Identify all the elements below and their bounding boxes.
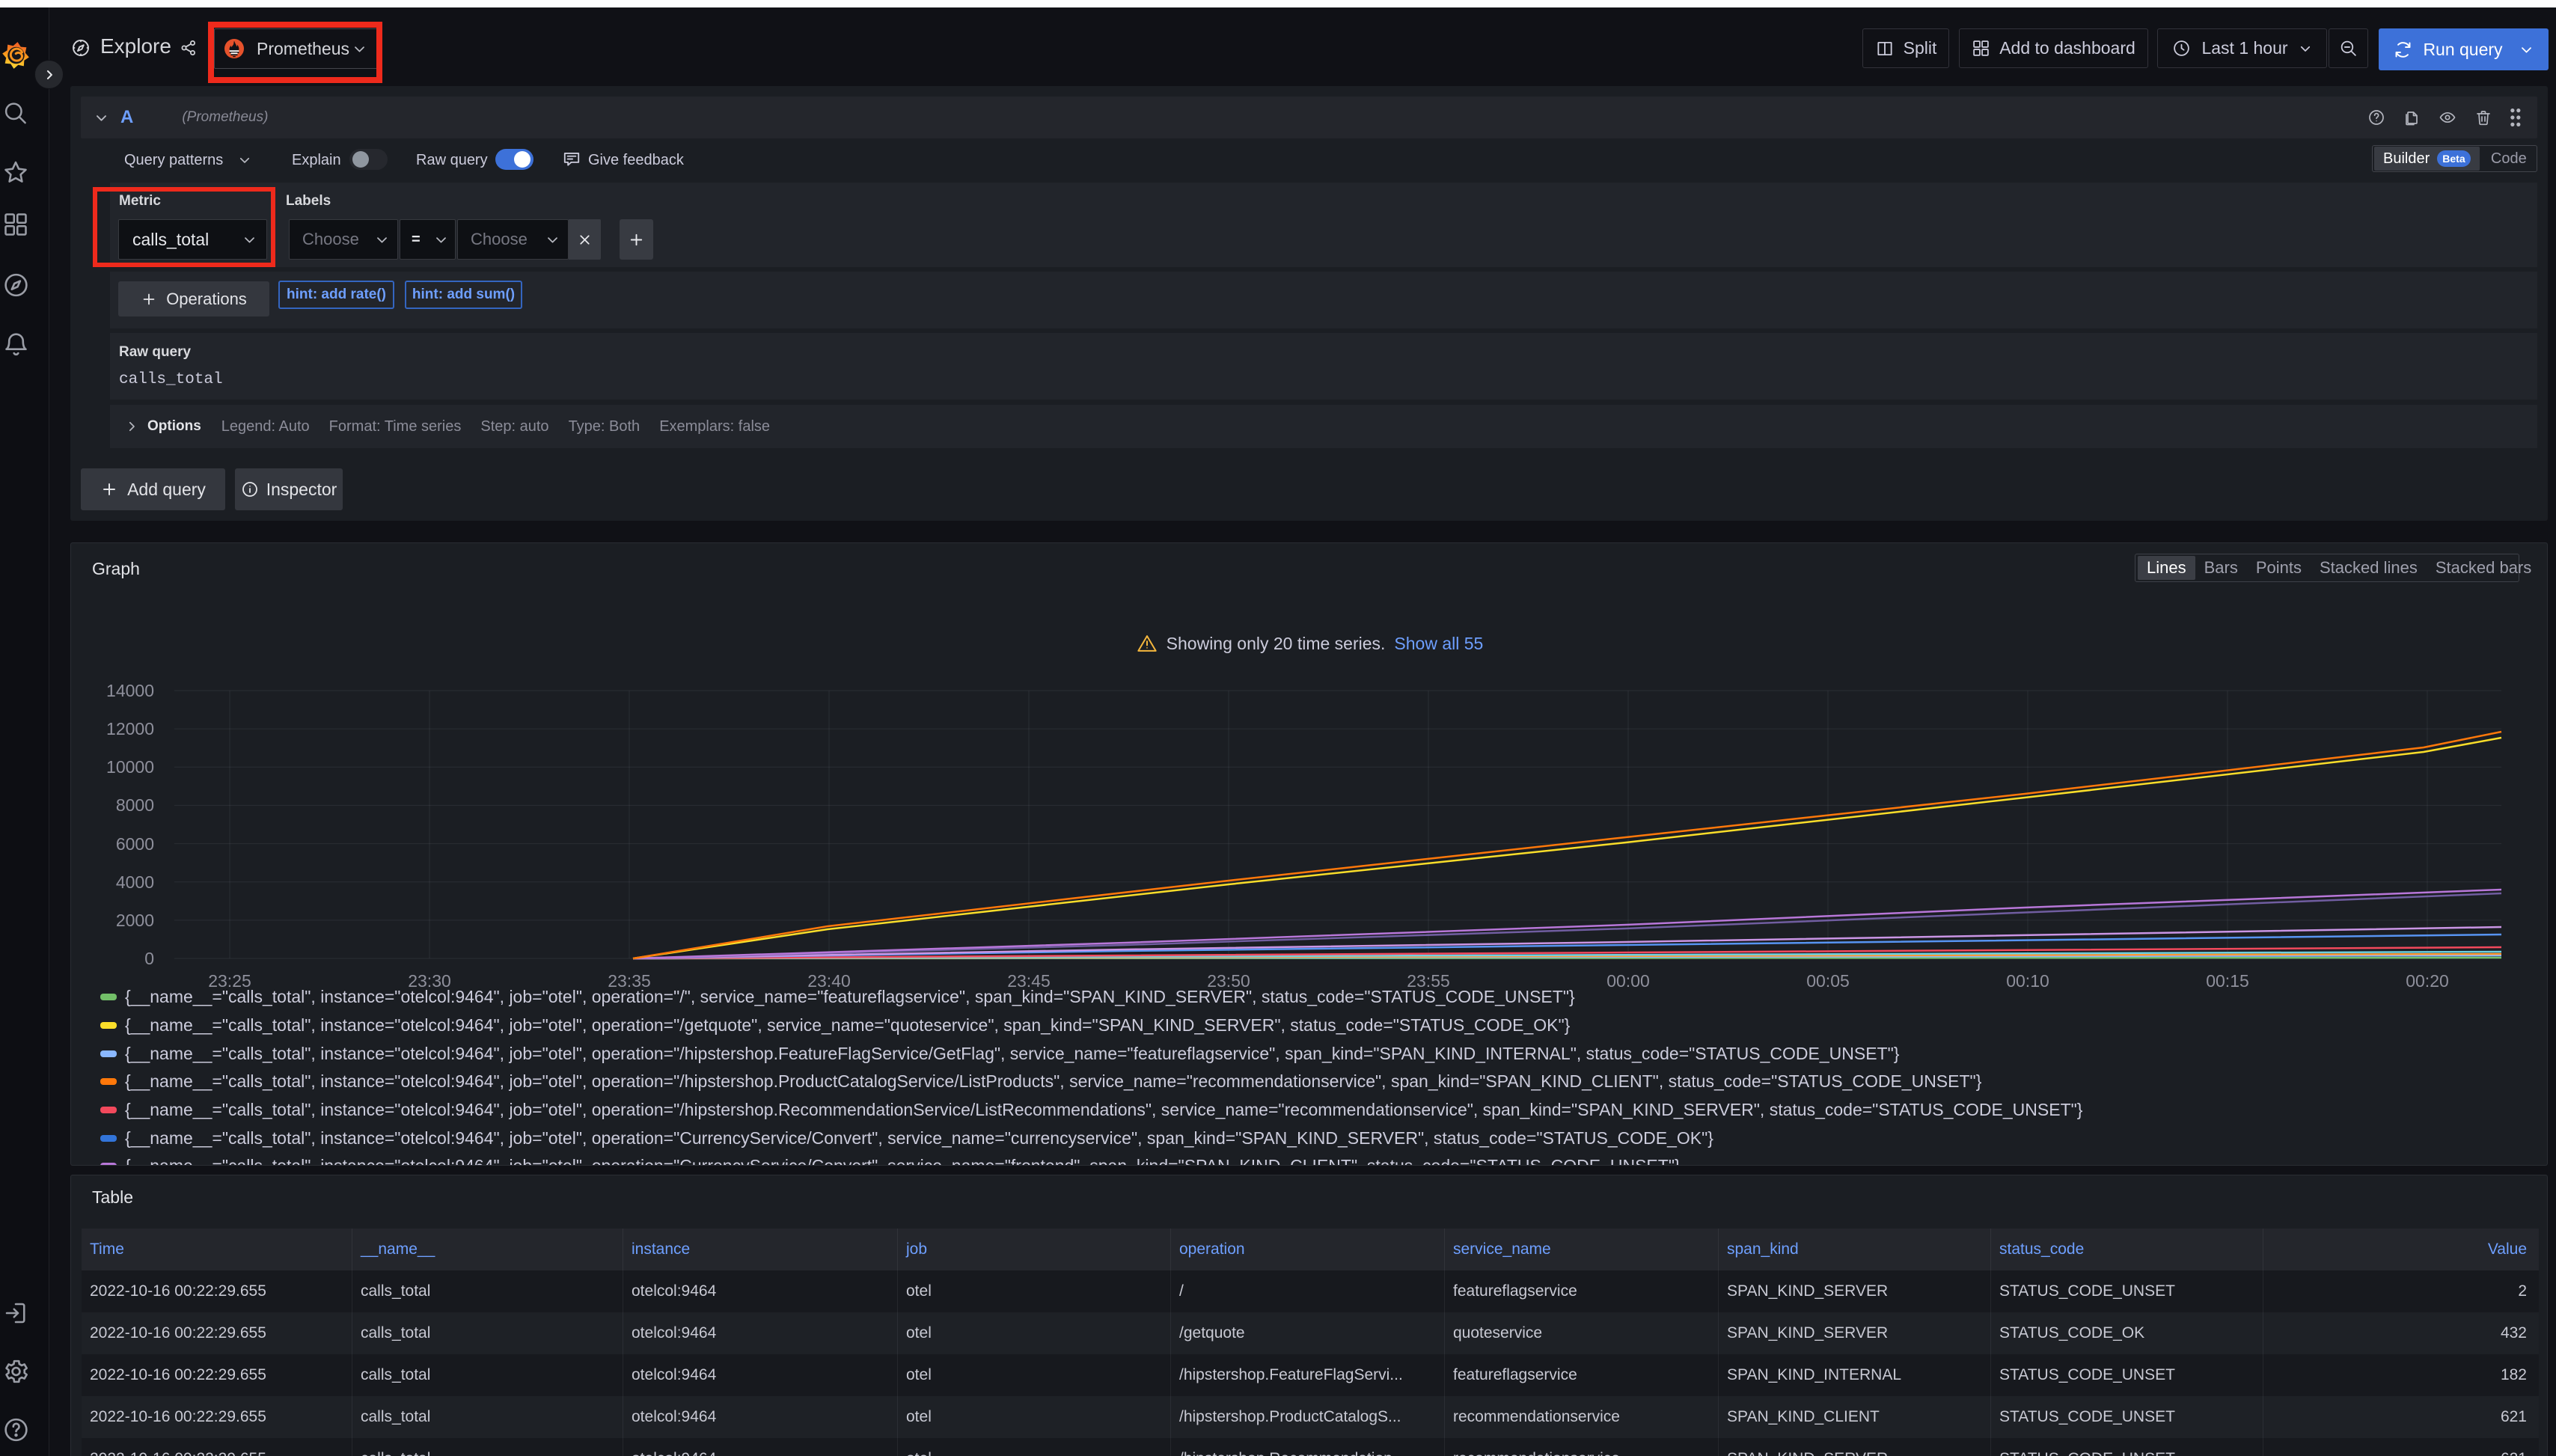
svg-text:12000: 12000 [106,719,154,738]
svg-text:10000: 10000 [106,757,154,777]
svg-text:14000: 14000 [106,681,154,700]
svg-text:4000: 4000 [116,872,154,892]
svg-text:2000: 2000 [116,911,154,930]
svg-text:6000: 6000 [116,834,154,854]
svg-text:8000: 8000 [116,795,154,815]
svg-text:0: 0 [144,949,154,968]
